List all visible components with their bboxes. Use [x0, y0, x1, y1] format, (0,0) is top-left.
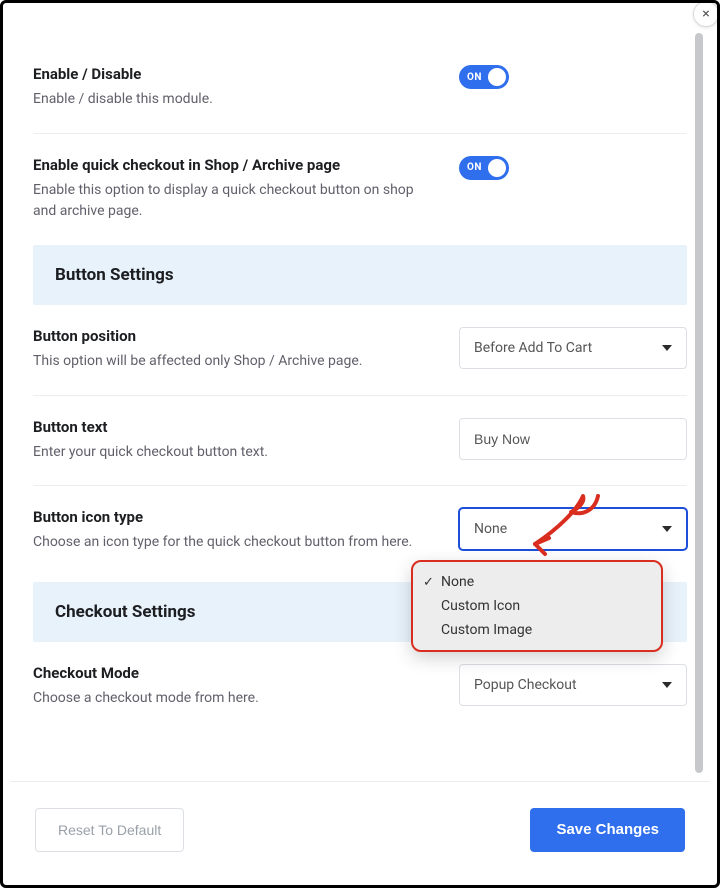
checkout-mode-desc: Choose a checkout mode from here. — [33, 688, 439, 710]
enable-quick-archive-title: Enable quick checkout in Shop / Archive … — [33, 156, 439, 174]
toggle-on-label: ON — [467, 72, 482, 83]
row-button-text: Button text Enter your quick checkout bu… — [33, 396, 687, 487]
button-icon-type-value: None — [474, 521, 507, 537]
chevron-down-icon — [662, 345, 672, 351]
button-text-desc: Enter your quick checkout button text. — [33, 442, 439, 464]
row-enable-module: Enable / Disable Enable / disable this m… — [33, 33, 687, 134]
button-icon-type-select[interactable]: None — [459, 508, 687, 550]
button-position-title: Button position — [33, 327, 439, 345]
reset-to-default-button[interactable]: Reset To Default — [35, 808, 184, 852]
button-position-desc: This option will be affected only Shop /… — [33, 351, 439, 373]
toggle-knob — [488, 68, 506, 86]
button-text-title: Button text — [33, 418, 439, 436]
checkout-mode-title: Checkout Mode — [33, 664, 439, 682]
dropdown-option-none[interactable]: ✓ None — [417, 570, 657, 594]
row-enable-quick-checkout-archive: Enable quick checkout in Shop / Archive … — [33, 134, 687, 245]
dropdown-option-custom-image[interactable]: Custom Image — [417, 618, 657, 642]
button-icon-type-dropdown[interactable]: ✓ None Custom Icon Custom Image — [411, 560, 663, 652]
checkout-mode-select[interactable]: Popup Checkout — [459, 664, 687, 706]
footer: Reset To Default Save Changes — [11, 781, 709, 877]
checkout-mode-value: Popup Checkout — [474, 677, 577, 693]
close-button[interactable]: × — [693, 1, 719, 27]
chevron-down-icon — [662, 682, 672, 688]
toggle-on-label: ON — [467, 162, 482, 173]
section-button-settings: Button Settings — [33, 245, 687, 305]
toggle-knob — [488, 159, 506, 177]
scroll-area: Enable / Disable Enable / disable this m… — [11, 11, 709, 775]
chevron-down-icon — [662, 526, 672, 532]
close-icon: × — [702, 6, 709, 22]
check-icon: ✓ — [423, 575, 437, 590]
settings-modal: × Enable / Disable Enable / disable this… — [0, 0, 720, 888]
enable-module-title: Enable / Disable — [33, 65, 439, 83]
row-checkout-mode: Checkout Mode Choose a checkout mode fro… — [33, 642, 687, 732]
enable-quick-archive-toggle[interactable]: ON — [459, 156, 509, 180]
enable-module-toggle[interactable]: ON — [459, 65, 509, 89]
button-text-input[interactable] — [459, 418, 687, 460]
dropdown-option-label: Custom Icon — [441, 598, 520, 614]
dropdown-option-label: Custom Image — [441, 622, 532, 638]
enable-quick-archive-desc: Enable this option to display a quick ch… — [33, 180, 439, 223]
button-icon-type-desc: Choose an icon type for the quick checko… — [33, 532, 439, 554]
enable-module-desc: Enable / disable this module. — [33, 89, 439, 111]
button-icon-type-title: Button icon type — [33, 508, 439, 526]
dropdown-option-custom-icon[interactable]: Custom Icon — [417, 594, 657, 618]
button-position-value: Before Add To Cart — [474, 340, 592, 356]
button-position-select[interactable]: Before Add To Cart — [459, 327, 687, 369]
dropdown-option-label: None — [441, 574, 474, 590]
save-changes-button[interactable]: Save Changes — [530, 808, 685, 852]
row-button-position: Button position This option will be affe… — [33, 305, 687, 396]
